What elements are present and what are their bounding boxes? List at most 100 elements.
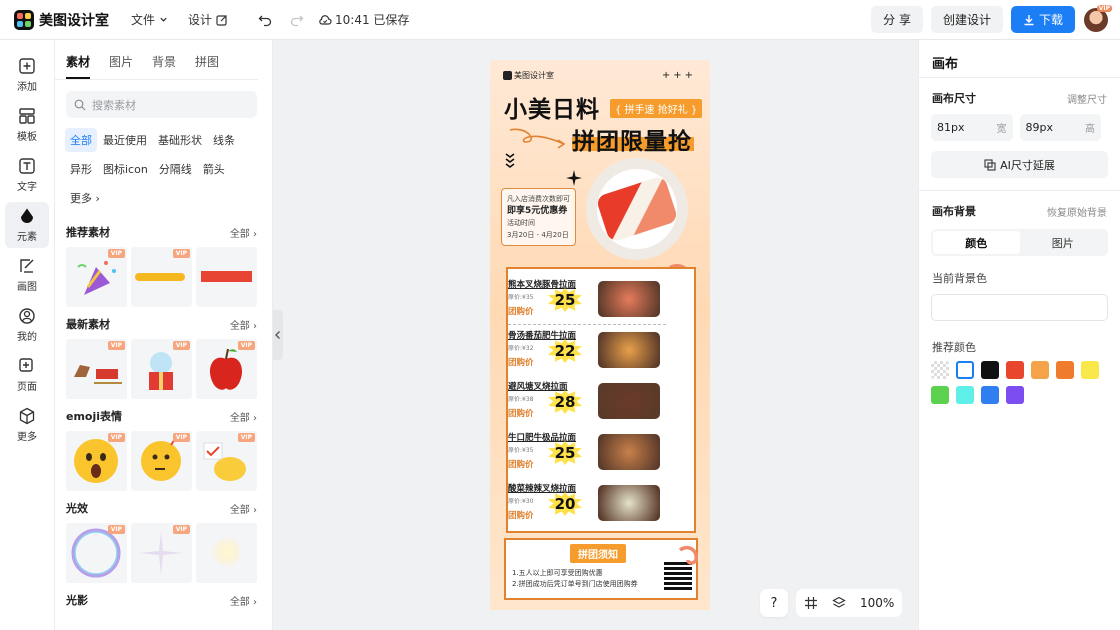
collapse-panel-button[interactable] <box>273 310 283 360</box>
material-party-popper[interactable]: VIP <box>66 247 127 307</box>
color-swatch[interactable] <box>981 386 999 404</box>
tab-color[interactable]: 颜色 <box>933 231 1020 254</box>
star-sparkle-icon <box>566 170 582 186</box>
layers-icon[interactable] <box>832 596 846 610</box>
chevron-down-icon <box>160 17 167 22</box>
material-chick-emoji[interactable]: VIP <box>196 431 257 491</box>
material-shocked-emoji[interactable]: VIP <box>66 431 127 491</box>
height-input[interactable]: 89px 高 <box>1019 114 1101 141</box>
view-all-link[interactable]: 全部 › <box>230 593 257 608</box>
color-swatch[interactable] <box>1031 361 1049 379</box>
color-swatch[interactable] <box>1056 361 1074 379</box>
rail-item-6[interactable]: 页面 <box>5 352 49 398</box>
section-recommended: 推荐素材 全部 › VIP VIP <box>55 221 272 307</box>
chip-6[interactable]: 分隔线 <box>154 157 197 181</box>
zoom-level[interactable]: 100% <box>860 596 894 610</box>
tab-1[interactable]: 图片 <box>109 53 133 79</box>
adjust-size-link[interactable]: 调整尺寸 <box>1067 91 1107 106</box>
current-bg-label: 当前背景色 <box>932 272 987 285</box>
color-swatch[interactable] <box>1006 361 1024 379</box>
design-canvas[interactable]: 美图设计室 +++ 小美日料 { 拼手速 抢好礼 } 拼团限量抢 凡入店消费次数… <box>490 60 710 610</box>
width-input[interactable]: 81px 宽 <box>931 114 1013 141</box>
redo-button[interactable] <box>286 9 308 31</box>
chip-8[interactable]: 更多 › <box>65 186 105 210</box>
text-icon <box>19 158 35 174</box>
recommended-colors-label: 推荐颜色 <box>932 341 976 354</box>
view-all-link[interactable]: 全部 › <box>230 501 257 516</box>
section-title: 最新素材 <box>66 318 110 331</box>
color-swatch[interactable] <box>1006 386 1024 404</box>
rail-item-3[interactable]: 元素 <box>5 202 49 248</box>
restore-bg-link[interactable]: 恢复原始背景 <box>1047 204 1107 219</box>
tab-0[interactable]: 素材 <box>66 53 91 79</box>
tab-2[interactable]: 背景 <box>152 53 176 79</box>
tab-3[interactable]: 拼图 <box>195 53 219 79</box>
grid-icon[interactable] <box>804 596 818 610</box>
rail-item-0[interactable]: 添加 <box>5 52 49 98</box>
ai-resize-button[interactable]: AI尺寸延展 <box>931 151 1108 178</box>
app-logo[interactable]: 美图设计室 <box>14 9 109 30</box>
material-reindeer-sleigh[interactable]: VIP <box>66 339 127 399</box>
view-all-link[interactable]: 全部 › <box>230 317 257 332</box>
help-button[interactable]: ? <box>760 589 788 617</box>
material-glow[interactable] <box>196 523 257 583</box>
chip-5[interactable]: 图标icon <box>98 157 153 181</box>
chip-0[interactable]: 全部 <box>65 128 97 152</box>
chip-7[interactable]: 箭头 <box>198 157 230 181</box>
vip-badge: VIP <box>107 433 125 442</box>
view-all-link[interactable]: 全部 › <box>230 225 257 240</box>
material-thinking-emoji[interactable]: VIP <box>131 431 192 491</box>
search-input[interactable]: 搜索素材 <box>66 91 257 118</box>
color-swatches <box>919 355 1119 411</box>
color-swatch[interactable] <box>1081 361 1099 379</box>
dish-price: 22 <box>554 342 576 360</box>
file-menu[interactable]: 文件 <box>131 11 168 28</box>
rail-item-5[interactable]: 我的 <box>5 302 49 348</box>
rail-label: 文字 <box>17 182 37 193</box>
rail-item-4[interactable]: 画图 <box>5 252 49 298</box>
coupon-card: 凡入店消费次数即可 即享5元优惠券 活动时间 3月20日 - 4月20日 <box>501 188 576 246</box>
menu-item: 避风塘叉烧拉面 原价:¥38 团购价 28 <box>508 380 678 432</box>
chip-2[interactable]: 基础形状 <box>153 128 207 152</box>
download-button[interactable]: 下载 <box>1010 6 1075 33</box>
section-title: 光效 <box>66 502 88 515</box>
dish-original-price: 原价:¥32 <box>508 345 534 352</box>
rail-item-7[interactable]: 更多 <box>5 402 49 448</box>
dish-price-label: 团购价 <box>508 409 534 419</box>
dish-price: 20 <box>554 495 576 513</box>
canvas-size-label: 画布尺寸 <box>932 92 976 105</box>
rail-label: 画图 <box>17 282 37 293</box>
color-swatch[interactable] <box>981 361 999 379</box>
rail-item-2[interactable]: 文字 <box>5 152 49 198</box>
file-menu-label: 文件 <box>131 13 156 27</box>
current-color-field[interactable] <box>931 294 1108 321</box>
material-red-bar[interactable] <box>196 247 257 307</box>
menu-item: 牛口肥牛极品拉面 原价:¥35 团购价 25 <box>508 431 678 483</box>
color-swatch[interactable] <box>956 386 974 404</box>
material-yellow-brush[interactable]: VIP <box>131 247 192 307</box>
material-gift-globe[interactable]: VIP <box>131 339 192 399</box>
rail-label: 更多 <box>17 432 37 443</box>
rail-item-1[interactable]: 模板 <box>5 102 49 148</box>
redo-icon <box>290 15 304 26</box>
poster-brand: 美图设计室 <box>503 70 554 81</box>
material-sparkle[interactable]: VIP <box>131 523 192 583</box>
color-swatch[interactable] <box>931 361 949 379</box>
vip-badge: VIP <box>107 341 125 350</box>
avatar[interactable]: VIP <box>1084 4 1112 32</box>
share-button[interactable]: 分 享 <box>871 6 923 33</box>
create-design-button[interactable]: 创建设计 <box>930 6 1003 33</box>
view-all-link[interactable]: 全部 › <box>230 409 257 424</box>
chip-1[interactable]: 最近使用 <box>98 128 152 152</box>
color-swatch[interactable] <box>931 386 949 404</box>
vip-badge: VIP <box>237 341 255 350</box>
tab-image[interactable]: 图片 <box>1020 231 1107 254</box>
undo-button[interactable] <box>254 9 276 31</box>
chip-3[interactable]: 线条 <box>208 128 240 152</box>
design-menu[interactable]: 设计 <box>188 11 228 28</box>
chip-4[interactable]: 异形 <box>65 157 97 181</box>
material-red-apple[interactable]: VIP <box>196 339 257 399</box>
left-rail: 添加 模板文字元素画图我的 页面更多 <box>0 40 55 630</box>
color-swatch[interactable] <box>956 361 974 379</box>
material-bubble[interactable]: VIP <box>66 523 127 583</box>
